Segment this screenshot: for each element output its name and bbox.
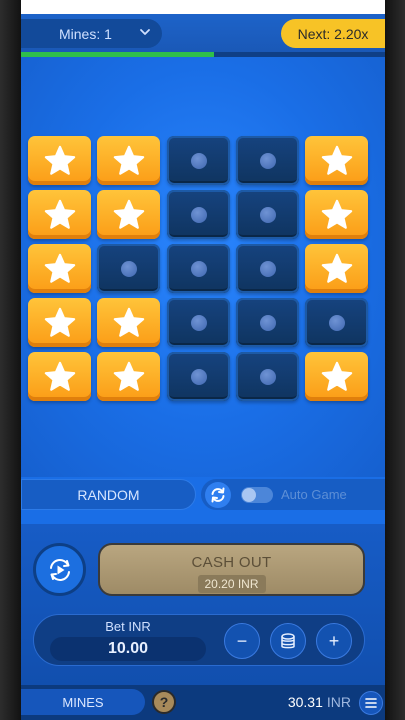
dot-icon — [259, 260, 276, 277]
cash-out-label: CASH OUT — [191, 554, 272, 571]
refresh-glyph — [211, 487, 225, 503]
next-multiplier-badge: Next: 2.20x — [281, 19, 385, 48]
revealed-star-tile[interactable] — [28, 136, 91, 185]
revealed-star-tile[interactable] — [305, 190, 368, 239]
menu-icon — [365, 698, 377, 708]
cash-out-button[interactable]: CASH OUT 20.20 INR — [98, 543, 365, 596]
random-button-label: RANDOM — [77, 486, 140, 503]
bottom-bar: MINES ? 30.31 INR — [21, 685, 385, 720]
balance-display: 30.31 INR — [288, 694, 351, 710]
bet-panel: CASH OUT 20.20 INR Bet INR 10.00 − + — [21, 524, 385, 685]
revealed-star-tile[interactable] — [305, 352, 368, 401]
hidden-tile[interactable] — [236, 136, 299, 185]
dot-icon — [259, 314, 276, 331]
star-icon — [321, 361, 352, 391]
revealed-star-tile[interactable] — [97, 136, 160, 185]
revealed-star-tile[interactable] — [28, 190, 91, 239]
star-icon — [44, 307, 75, 337]
hidden-tile[interactable] — [97, 244, 160, 293]
balance-currency: INR — [326, 694, 351, 710]
coins-button[interactable] — [270, 623, 306, 659]
dot-icon — [259, 152, 276, 169]
bet-input-group: Bet INR 10.00 − + — [33, 614, 365, 666]
increase-bet-button[interactable]: + — [316, 623, 352, 659]
hidden-tile[interactable] — [236, 190, 299, 239]
revealed-star-tile[interactable] — [305, 244, 368, 293]
phone-frame: Mines: 1 Next: 2.20x RANDOM Auto Game CA… — [0, 0, 405, 720]
hidden-tile[interactable] — [236, 298, 299, 347]
dot-icon — [259, 206, 276, 223]
dot-icon — [190, 152, 207, 169]
phone-bezel-right — [385, 0, 405, 720]
star-icon — [113, 199, 144, 229]
revealed-star-tile[interactable] — [28, 352, 91, 401]
control-row: RANDOM Auto Game — [21, 477, 385, 522]
revealed-star-tile[interactable] — [97, 190, 160, 239]
top-strip — [21, 0, 385, 14]
hidden-tile[interactable] — [305, 298, 368, 347]
revealed-star-tile[interactable] — [97, 352, 160, 401]
revealed-star-tile[interactable] — [305, 136, 368, 185]
hidden-tile[interactable] — [167, 136, 230, 185]
star-icon — [113, 145, 144, 175]
game-screen: Mines: 1 Next: 2.20x RANDOM Auto Game CA… — [21, 0, 385, 720]
auto-game-toggle[interactable] — [241, 487, 273, 503]
next-multiplier-label: Next: 2.20x — [297, 25, 369, 42]
revealed-star-tile[interactable] — [28, 244, 91, 293]
star-icon — [44, 253, 75, 283]
toggle-knob — [242, 488, 256, 502]
mines-count-label: Mines: 1 — [59, 25, 112, 42]
mines-count-select[interactable]: Mines: 1 — [21, 19, 162, 48]
star-icon — [44, 145, 75, 175]
auto-game-box: Auto Game — [201, 479, 385, 510]
menu-button[interactable] — [359, 691, 383, 715]
refresh-icon[interactable] — [205, 482, 231, 508]
random-button[interactable]: RANDOM — [21, 479, 196, 510]
dot-icon — [259, 368, 276, 385]
dot-icon — [190, 314, 207, 331]
dot-icon — [328, 314, 345, 331]
revealed-star-tile[interactable] — [28, 298, 91, 347]
star-icon — [44, 361, 75, 391]
mines-tab-label: MINES — [62, 694, 104, 710]
mines-tab[interactable]: MINES — [21, 689, 145, 715]
bet-amount-field[interactable]: 10.00 — [50, 637, 206, 661]
minus-icon: − — [236, 630, 248, 651]
mines-grid — [28, 136, 372, 402]
star-icon — [321, 145, 352, 175]
hidden-tile[interactable] — [167, 244, 230, 293]
dot-icon — [120, 260, 137, 277]
star-icon — [113, 361, 144, 391]
game-header: Mines: 1 Next: 2.20x — [21, 14, 385, 54]
chevron-down-icon — [140, 29, 150, 35]
help-icon: ? — [159, 694, 169, 710]
help-button[interactable]: ? — [152, 690, 176, 714]
revealed-star-tile[interactable] — [97, 298, 160, 347]
star-icon — [321, 199, 352, 229]
hidden-tile[interactable] — [167, 352, 230, 401]
star-icon — [321, 253, 352, 283]
bet-label: Bet INR — [105, 619, 151, 634]
hidden-tile[interactable] — [167, 298, 230, 347]
hidden-tile[interactable] — [236, 352, 299, 401]
hidden-tile[interactable] — [167, 190, 230, 239]
dot-icon — [190, 260, 207, 277]
autoplay-button[interactable] — [33, 543, 86, 596]
star-icon — [44, 199, 75, 229]
cash-out-amount: 20.20 INR — [197, 575, 266, 593]
coins-stack-icon — [281, 633, 295, 649]
phone-bezel-left — [0, 0, 21, 720]
dot-icon — [190, 206, 207, 223]
dot-icon — [190, 368, 207, 385]
hidden-tile[interactable] — [236, 244, 299, 293]
decrease-bet-button[interactable]: − — [224, 623, 260, 659]
auto-game-label: Auto Game — [281, 487, 347, 502]
star-icon — [113, 307, 144, 337]
balance-amount: 30.31 — [287, 694, 323, 710]
autoplay-icon — [49, 558, 70, 581]
plus-icon: + — [328, 630, 340, 651]
